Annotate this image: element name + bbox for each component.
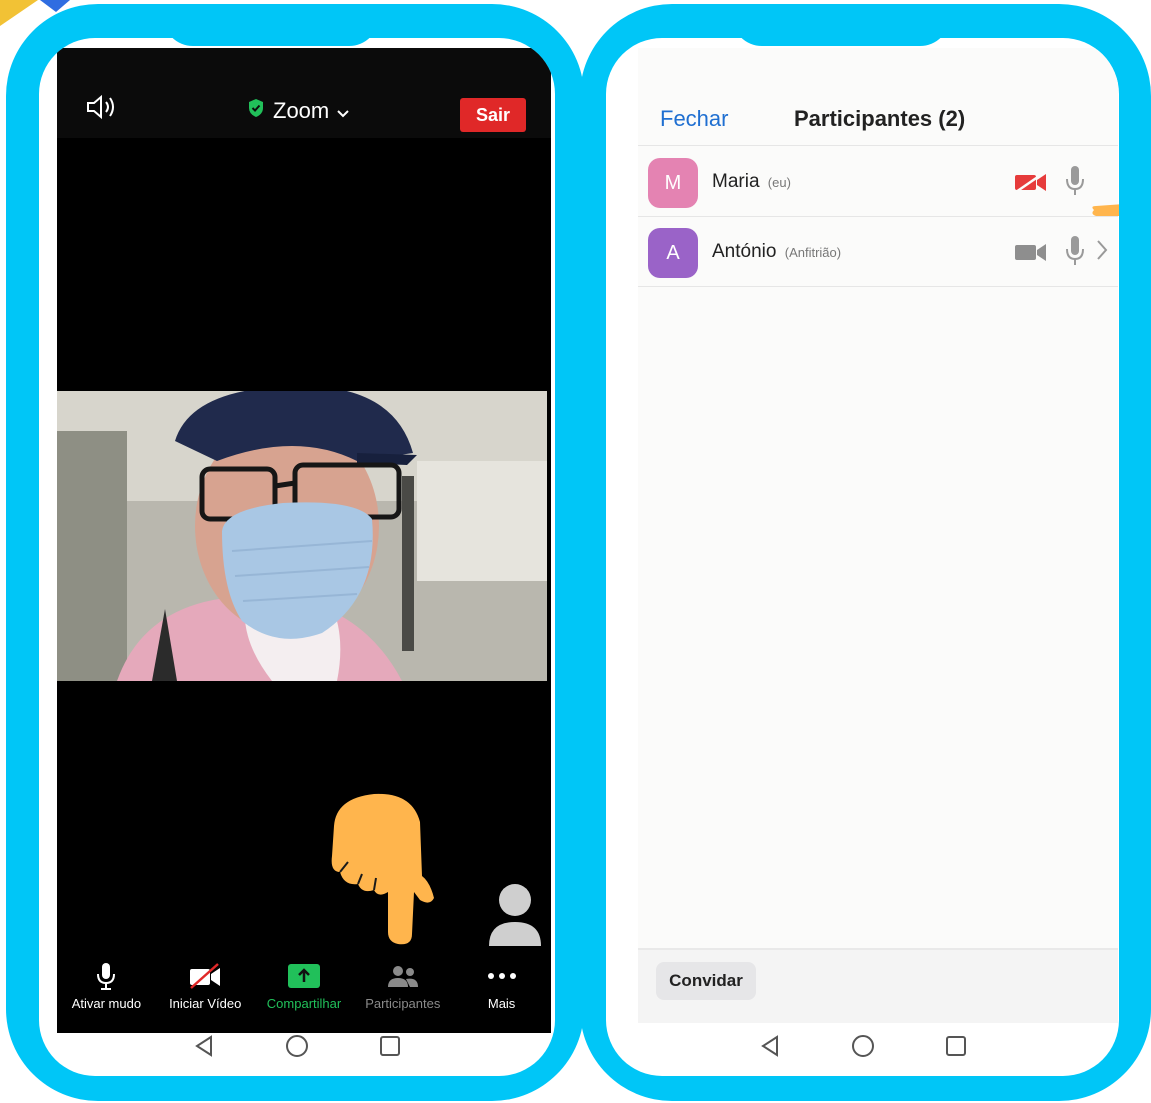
android-nav-bar	[39, 1020, 555, 1076]
share-button[interactable]: Compartilhar	[255, 954, 354, 1022]
participant-name-text: António	[712, 241, 777, 262]
participant-tag: (Anfitrião)	[784, 245, 842, 260]
phone-notch	[732, 4, 950, 46]
user-avatar-icon	[487, 884, 543, 948]
participant-row[interactable]: M Maria (eu)	[638, 147, 1118, 217]
more-button[interactable]: Mais	[452, 954, 551, 1022]
more-label: Mais	[487, 996, 516, 1011]
left-phone-frame: Zoom Sair Ativar mudo Iniciar Vídeo Comp…	[6, 4, 584, 1101]
start-video-button[interactable]: Iniciar Vídeo	[156, 954, 255, 1022]
share-label: Compartilhar	[266, 996, 342, 1011]
speaker-icon[interactable]	[83, 92, 121, 122]
pointing-hand-icon	[322, 786, 442, 946]
participant-tag: (eu)	[767, 175, 791, 190]
back-icon[interactable]	[193, 1034, 215, 1062]
zoom-meeting-screen: Zoom Sair Ativar mudo Iniciar Vídeo Comp…	[39, 38, 555, 1076]
meeting-title[interactable]: Zoom	[247, 98, 349, 124]
phone-notch	[163, 4, 379, 46]
video-off-icon	[188, 962, 222, 990]
participants-icon	[386, 962, 420, 990]
video-icon	[1014, 241, 1048, 268]
participants-label: Participantes	[365, 996, 441, 1011]
recents-icon[interactable]	[379, 1035, 401, 1062]
close-button[interactable]: Fechar	[660, 106, 728, 132]
participant-name-text: Maria	[712, 171, 760, 192]
home-icon[interactable]	[851, 1034, 875, 1063]
participant-name: António (Anfitrião)	[712, 241, 841, 263]
participants-panel: Fechar Participantes (2) M Maria (eu) A …	[638, 48, 1119, 1023]
back-icon[interactable]	[759, 1034, 781, 1062]
leave-button[interactable]: Sair	[460, 98, 526, 132]
microphone-icon	[1065, 165, 1085, 202]
microphone-icon	[1065, 235, 1085, 272]
participant-name: Maria (eu)	[712, 171, 791, 193]
chevron-down-icon	[337, 98, 349, 124]
avatar: M	[648, 158, 698, 208]
participants-button[interactable]: Participantes	[353, 954, 452, 1022]
participants-screen: Fechar Participantes (2) M Maria (eu) A …	[606, 38, 1119, 1076]
right-phone-frame: Fechar Participantes (2) M Maria (eu) A …	[580, 4, 1151, 1101]
video-off-icon	[1014, 170, 1048, 198]
mute-button[interactable]: Ativar mudo	[57, 954, 156, 1022]
meeting-toolbar: Ativar mudo Iniciar Vídeo Compartilhar P…	[57, 954, 551, 1022]
chevron-right-icon	[1096, 239, 1108, 268]
share-icon	[287, 962, 320, 990]
participants-footer: Convidar	[638, 948, 1118, 1023]
participants-header: Fechar Participantes (2)	[638, 96, 1118, 146]
participant-video	[57, 391, 547, 681]
microphone-icon	[96, 962, 116, 990]
home-icon[interactable]	[285, 1034, 309, 1063]
participant-row[interactable]: A António (Anfitrião)	[638, 217, 1118, 287]
invite-button[interactable]: Convidar	[656, 962, 756, 1000]
shield-check-icon	[247, 98, 265, 124]
start-video-label: Iniciar Vídeo	[169, 996, 242, 1011]
meeting-title-text: Zoom	[273, 98, 330, 123]
participants-title: Participantes (2)	[794, 106, 966, 131]
mute-label: Ativar mudo	[71, 996, 142, 1011]
more-icon	[487, 962, 517, 990]
zoom-meeting-view: Zoom Sair Ativar mudo Iniciar Vídeo Comp…	[57, 48, 551, 1033]
recents-icon[interactable]	[945, 1035, 967, 1062]
zoom-top-bar: Zoom Sair	[57, 48, 551, 138]
avatar: A	[648, 228, 698, 278]
android-nav-bar	[606, 1020, 1119, 1076]
pointing-hand-icon	[1088, 142, 1119, 228]
